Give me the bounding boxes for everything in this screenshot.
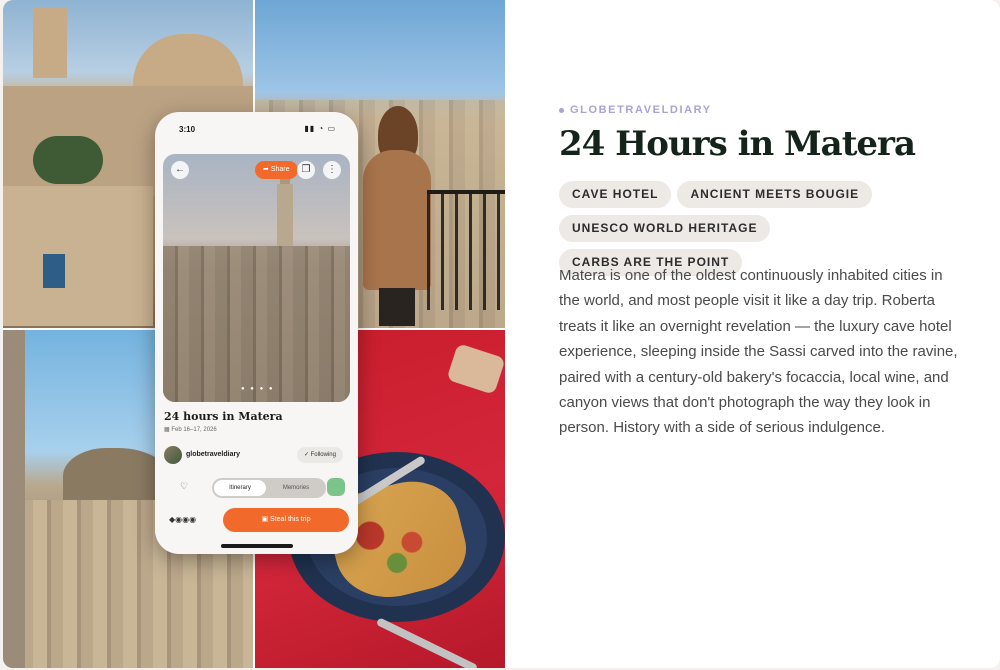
check-icon: ✓ bbox=[303, 452, 311, 458]
page-title: 24 Hours in Matera bbox=[559, 124, 916, 164]
trip-date-text: Feb 16–17, 2026 bbox=[171, 427, 217, 433]
copy-small-icon: ▣ bbox=[261, 516, 271, 523]
phone-mockup: 3:10 ▮▮ ◔ ▭ ← ➦ Share ❐ ⋮ ● ● ● ● 24 hou… bbox=[155, 112, 358, 554]
tab-itinerary[interactable]: Itinerary bbox=[214, 480, 266, 496]
hillside-houses bbox=[163, 246, 350, 402]
following-button[interactable]: ✓ Following bbox=[296, 447, 343, 463]
mini-avatars: ◆◉◉◉ bbox=[169, 515, 197, 524]
carousel-dots[interactable]: ● ● ● ● bbox=[241, 386, 275, 392]
tab-row: ♡ Itinerary Memories bbox=[180, 478, 345, 498]
tag-cave-hotel[interactable]: CAVE HOTEL bbox=[559, 181, 672, 208]
phone-trip-date: ▦ Feb 16–17, 2026 bbox=[164, 426, 217, 433]
share-small-button[interactable] bbox=[327, 478, 345, 496]
church-tower bbox=[277, 184, 293, 248]
stone-wall-edge bbox=[3, 330, 25, 668]
status-bar: 3:10 ▮▮ ◔ ▭ bbox=[155, 112, 358, 146]
eyebrow-dot-icon bbox=[559, 107, 564, 113]
trip-card: 3:10 ▮▮ ◔ ▭ ← ➦ Share ❐ ⋮ ● ● ● ● 24 hou… bbox=[3, 0, 1000, 668]
steal-trip-button[interactable]: ▣ Steal this trip bbox=[223, 508, 349, 532]
profile-name[interactable]: globetraveldiary bbox=[186, 451, 240, 458]
share-icon: ➦ bbox=[263, 166, 271, 173]
share-button[interactable]: ➦ Share bbox=[255, 161, 298, 179]
tab-memories[interactable]: Memories bbox=[270, 480, 322, 496]
avatar[interactable] bbox=[164, 446, 182, 464]
back-arrow-icon[interactable]: ← bbox=[171, 161, 189, 179]
share-label: Share bbox=[270, 166, 290, 173]
copy-icon[interactable]: ❐ bbox=[297, 161, 315, 179]
tag-ancient-meets-bougie[interactable]: ANCIENT MEETS BOUGIE bbox=[677, 181, 873, 208]
profile-row: globetraveldiary ✓ Following bbox=[164, 446, 351, 466]
woman-coat bbox=[363, 150, 431, 290]
tree bbox=[33, 136, 103, 184]
home-indicator bbox=[221, 544, 293, 548]
phone-trip-title: 24 hours in Matera bbox=[164, 410, 283, 423]
more-icon[interactable]: ⋮ bbox=[323, 161, 341, 179]
bell-tower bbox=[33, 8, 67, 78]
woman-legs bbox=[379, 288, 415, 326]
segmented-control: Itinerary Memories bbox=[212, 478, 326, 498]
status-icons: ▮▮ ◔ ▭ bbox=[304, 124, 336, 133]
bottom-action-row: ◆◉◉◉ ▣ Steal this trip bbox=[169, 508, 349, 532]
house-wall bbox=[3, 186, 153, 326]
trip-description: Matera is one of the oldest continuously… bbox=[559, 267, 958, 437]
trip-hero-image[interactable]: ← ➦ Share ❐ ⋮ ● ● ● ● bbox=[163, 154, 350, 402]
author-eyebrow[interactable]: GLOBETRAVELDIARY bbox=[559, 104, 712, 116]
status-time: 3:10 bbox=[179, 125, 196, 134]
steal-label: Steal this trip bbox=[270, 516, 311, 523]
balcony-railing bbox=[427, 190, 505, 310]
photo-collage: 3:10 ▮▮ ◔ ▭ ← ➦ Share ❐ ⋮ ● ● ● ● 24 hou… bbox=[3, 0, 505, 668]
tag-unesco[interactable]: UNESCO WORLD HERITAGE bbox=[559, 215, 771, 242]
following-label: Following bbox=[310, 452, 336, 458]
blue-shutter bbox=[43, 254, 65, 288]
heart-icon[interactable]: ♡ bbox=[180, 481, 188, 492]
author-name: GLOBETRAVELDIARY bbox=[570, 104, 712, 116]
article-content: GLOBETRAVELDIARY 24 Hours in Matera CAVE… bbox=[559, 0, 979, 668]
